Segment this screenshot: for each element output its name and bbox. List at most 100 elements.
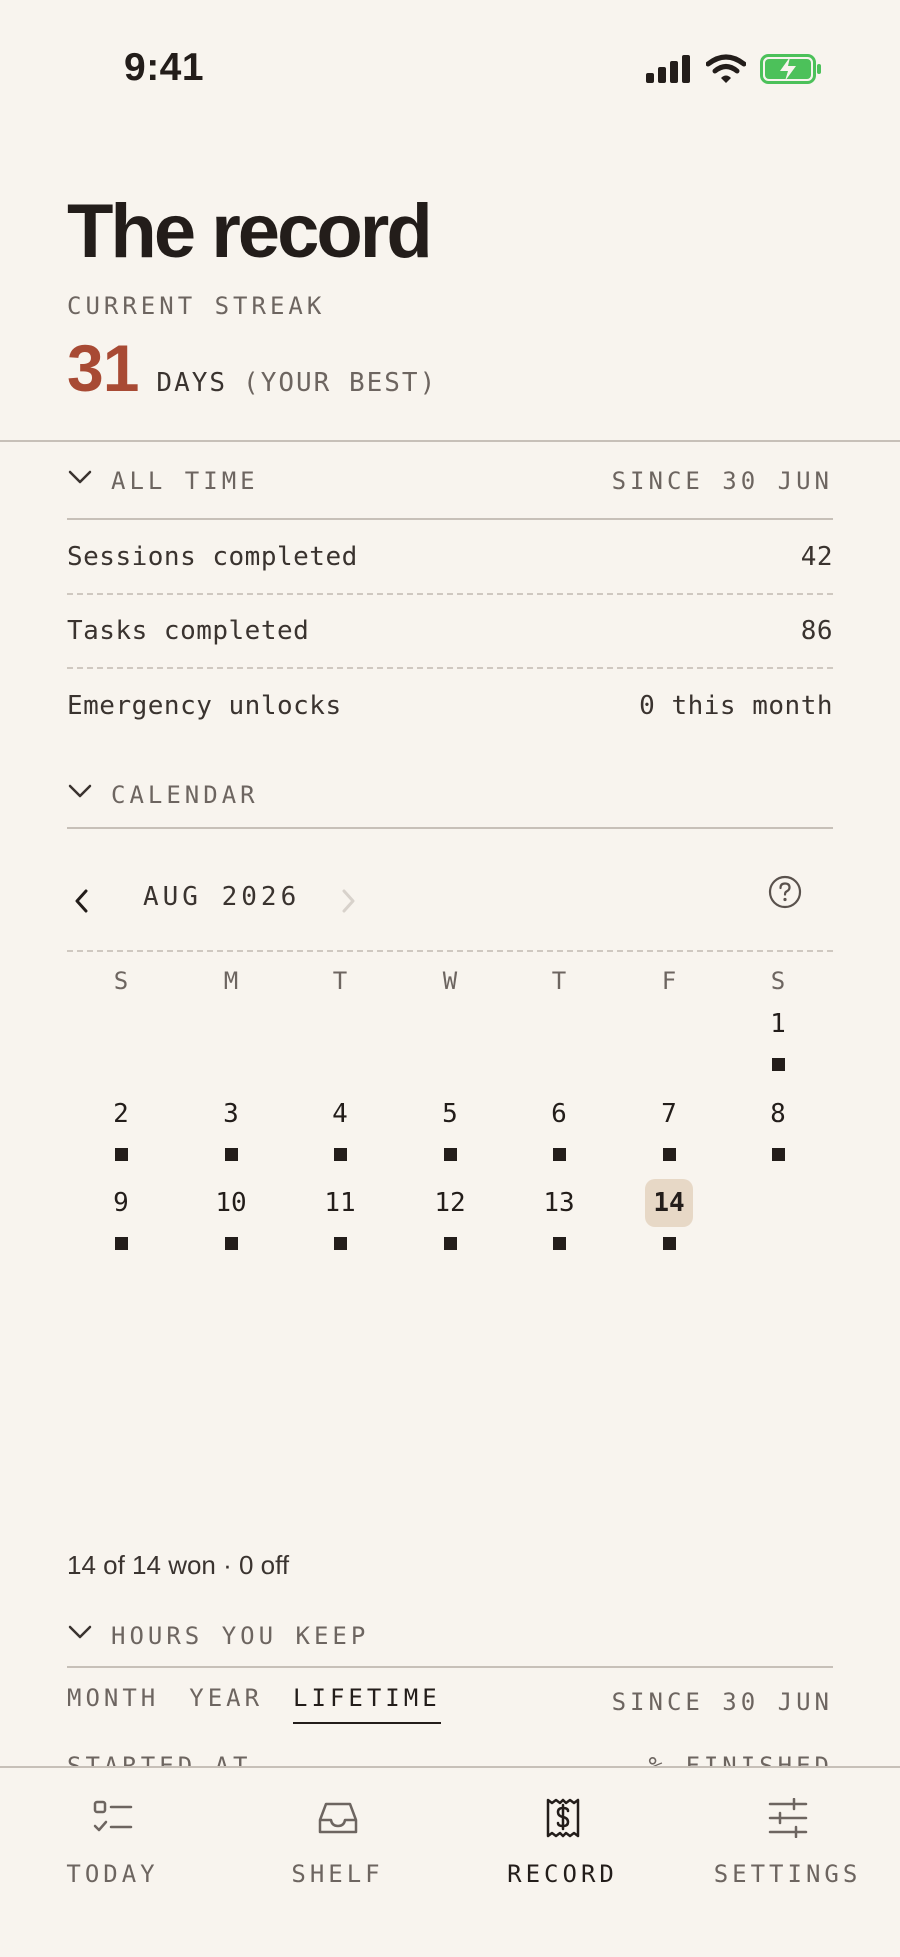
calendar-day[interactable]: 9 (66, 1179, 176, 1250)
day-number: 13 (543, 1188, 575, 1218)
day-won-marker (333, 1148, 347, 1161)
status-bar: 9:41 (0, 0, 900, 110)
day-won-marker (552, 1237, 566, 1250)
stat-label: Emergency unlocks (67, 691, 342, 721)
calendar-summary: 14 of 14 won · 0 off (67, 1550, 290, 1580)
calendar-day[interactable]: 2 (66, 1090, 176, 1161)
all-time-header[interactable]: ALL TIME SINCE 30 JUN (67, 467, 833, 495)
day-number: 11 (324, 1188, 356, 1218)
calendar-header[interactable]: CALENDAR (67, 781, 833, 809)
all-time-title: ALL TIME (111, 467, 259, 495)
day-won-marker (224, 1148, 238, 1161)
streak-row: 31 DAYS (YOUR BEST) (67, 330, 437, 406)
hours-since: SINCE 30 JUN (611, 1688, 833, 1716)
chevron-down-icon (68, 1625, 92, 1639)
row-divider (67, 593, 833, 595)
day-number: 3 (223, 1099, 239, 1129)
calendar-nav-divider (67, 950, 833, 952)
calendar-day[interactable]: 7 (614, 1090, 724, 1161)
day-won-marker (771, 1058, 785, 1071)
calendar-day-today[interactable]: 14 (614, 1179, 724, 1250)
day-won-marker (333, 1237, 347, 1250)
day-number: 6 (551, 1099, 567, 1129)
header-divider (0, 440, 900, 442)
checklist-icon (93, 1800, 132, 1832)
calendar-day[interactable]: 10 (176, 1179, 286, 1250)
receipt-dollar-icon (546, 1798, 579, 1838)
day-won-marker (114, 1148, 128, 1161)
stat-value: 0 this month (639, 691, 833, 721)
weekday-label: F (661, 967, 677, 995)
chevron-down-icon (68, 470, 92, 484)
stat-label: Tasks completed (67, 616, 310, 646)
weekday-label: S (770, 967, 786, 995)
chevron-down-icon (68, 784, 92, 798)
page-title: The record (67, 189, 433, 274)
stat-row-emergency-unlocks: Emergency unlocks 0 this month (67, 691, 833, 721)
cellular-signal-icon (646, 55, 690, 83)
calendar-month: AUG 2026 (143, 882, 301, 912)
battery-charging-icon (760, 54, 821, 84)
calendar-title: CALENDAR (111, 781, 259, 809)
day-won-marker (443, 1148, 457, 1161)
day-number: 12 (434, 1188, 466, 1218)
tabbar-label: TODAY (66, 1860, 159, 1888)
calendar-day[interactable]: 4 (285, 1090, 395, 1161)
hours-header[interactable]: HOURS YOU KEEP (67, 1622, 833, 1650)
tab-year[interactable]: YEAR (189, 1684, 263, 1722)
weekday-label: T (551, 967, 567, 995)
status-icons (646, 54, 822, 84)
calendar-nav: AUG 2026 (67, 872, 833, 932)
row-divider (67, 667, 833, 669)
weekday-label: W (442, 967, 458, 995)
hours-period-tabs: MONTH YEAR LIFETIME SINCE 30 JUN (67, 1684, 833, 1724)
inbox-tray-icon (318, 1802, 357, 1834)
day-won-marker (224, 1237, 238, 1250)
day-won-marker (771, 1148, 785, 1161)
streak-unit: DAYS (156, 368, 228, 398)
tabbar-settings[interactable]: SETTINGS (675, 1798, 900, 1888)
chevron-right-icon[interactable] (337, 886, 359, 916)
calendar-day[interactable]: 5 (395, 1090, 505, 1161)
help-icon[interactable] (767, 874, 803, 910)
calendar-day[interactable]: 11 (285, 1179, 395, 1250)
hours-divider (67, 1666, 833, 1668)
day-won-marker (552, 1148, 566, 1161)
stat-value: 86 (800, 616, 833, 646)
stat-label: Sessions completed (67, 542, 358, 572)
streak-label: CURRENT STREAK (67, 292, 326, 320)
calendar-day[interactable]: 1 (723, 1000, 833, 1071)
all-time-since: SINCE 30 JUN (611, 467, 833, 495)
day-number: 8 (770, 1099, 786, 1129)
tabbar-record[interactable]: RECORD (450, 1798, 675, 1888)
chevron-left-icon[interactable] (71, 886, 93, 916)
calendar-day[interactable]: 6 (504, 1090, 614, 1161)
weekday-label: M (223, 967, 239, 995)
calendar-day[interactable]: 3 (176, 1090, 286, 1161)
streak-value: 31 (67, 331, 139, 405)
calendar-day[interactable]: 13 (504, 1179, 614, 1250)
tab-lifetime[interactable]: LIFETIME (293, 1684, 441, 1724)
day-won-marker (114, 1237, 128, 1250)
wifi-icon (706, 54, 746, 83)
hours-title: HOURS YOU KEEP (111, 1622, 370, 1650)
weekday-label: S (113, 967, 129, 995)
tabbar-label: SHELF (291, 1860, 384, 1888)
calendar-day[interactable]: 12 (395, 1179, 505, 1250)
tabbar-label: SETTINGS (713, 1860, 862, 1888)
day-won-marker (443, 1237, 457, 1250)
day-number-today: 14 (645, 1179, 693, 1227)
tabbar-shelf[interactable]: SHELF (225, 1798, 450, 1888)
tabbar-label: RECORD (507, 1860, 618, 1888)
streak-note: (YOUR BEST) (243, 368, 438, 398)
stat-row-tasks: Tasks completed 86 (67, 616, 833, 646)
stat-row-sessions: Sessions completed 42 (67, 542, 833, 572)
tabbar-today[interactable]: TODAY (0, 1798, 225, 1888)
tab-month[interactable]: MONTH (67, 1684, 159, 1722)
calendar-day[interactable]: 8 (723, 1090, 833, 1161)
bottom-tab-bar: TODAY SHELF RECORD SETTINGS (0, 1766, 900, 1957)
status-time: 9:41 (124, 46, 205, 89)
day-number: 7 (661, 1099, 677, 1129)
day-number: 9 (113, 1188, 129, 1218)
day-won-marker (662, 1237, 676, 1250)
